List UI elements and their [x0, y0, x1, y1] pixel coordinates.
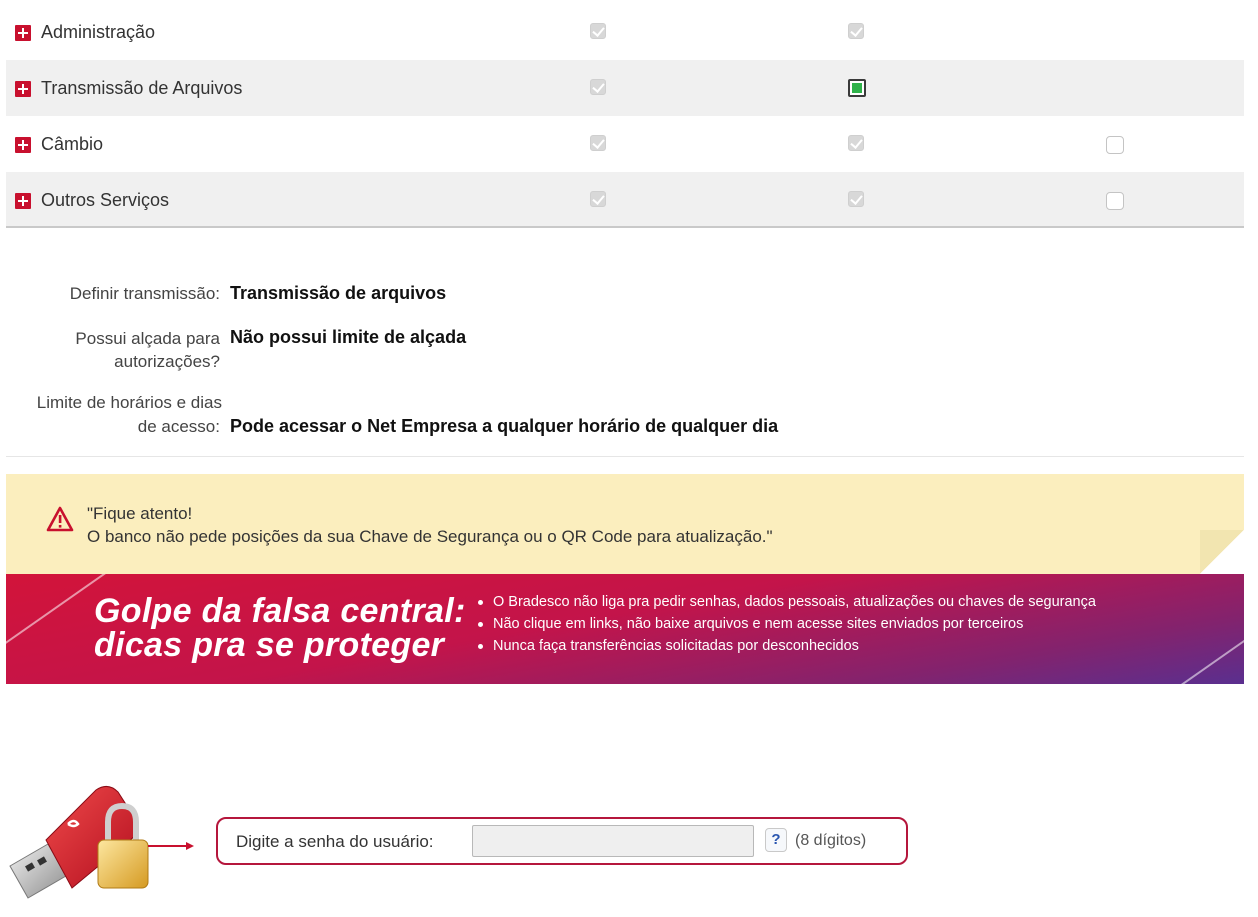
permission-row-administracao: Administração: [6, 4, 1244, 60]
permission-checkbox-col1: [590, 79, 606, 95]
banner-tip: Nunca faça transferências solicitadas po…: [476, 635, 1096, 657]
password-input[interactable]: [472, 825, 754, 857]
permission-row-transmissao: Transmissão de Arquivos: [6, 60, 1244, 116]
banner-title: Golpe da falsa central: dicas pra se pro…: [94, 594, 466, 662]
table-bottom-border: [6, 226, 1244, 228]
warning-text-line2: O banco não pede posições da sua Chave d…: [87, 527, 773, 546]
warning-triangle-icon: [46, 506, 74, 532]
authority-key-line1: Possui alçada para: [75, 329, 220, 348]
banner-tip: O Bradesco não liga pra pedir senhas, da…: [476, 591, 1096, 613]
warning-text-line1: "Fique atento!: [87, 504, 193, 523]
banner-title-line2: dicas pra se proteger: [94, 626, 445, 664]
permission-checkbox-col1: [590, 135, 606, 151]
permissions-table: Administração Transmissão de Arquivos Câ…: [6, 4, 1244, 228]
fraud-tips-banner[interactable]: Golpe da falsa central: dicas pra se pro…: [6, 574, 1244, 684]
help-button[interactable]: ?: [765, 828, 787, 852]
expand-plus-icon[interactable]: [15, 137, 31, 153]
usb-security-key-icon: [9, 786, 194, 899]
access-key-line2: de acesso:: [137, 417, 220, 436]
expand-plus-icon[interactable]: [15, 193, 31, 209]
expand-plus-icon[interactable]: [15, 25, 31, 41]
security-warning: "Fique atento! O banco não pede posições…: [6, 474, 1244, 574]
permission-row-outros-servicos: Outros Serviços: [6, 172, 1244, 228]
password-label: Digite a senha do usuário:: [236, 832, 434, 851]
permission-checkbox-col2[interactable]: [848, 79, 866, 97]
authority-key-line2: autorizações?: [114, 352, 220, 371]
permission-label: Administração: [41, 22, 156, 42]
expand-plus-icon[interactable]: [15, 81, 31, 97]
banner-tips-list: O Bradesco não liga pra pedir senhas, da…: [476, 591, 1096, 657]
transmission-value: Transmissão de arquivos: [230, 283, 447, 303]
permission-checkbox-col1: [590, 23, 606, 39]
password-entry-box: Digite a senha do usuário: ? (8 dígitos): [216, 817, 908, 865]
permission-checkbox-col3[interactable]: [1106, 136, 1124, 154]
permission-label: Transmissão de Arquivos: [41, 78, 243, 98]
banner-title-line1: Golpe da falsa central:: [94, 592, 466, 630]
permission-checkbox-col1: [590, 191, 606, 207]
access-key-line1: Limite de horários e dias: [36, 393, 222, 412]
permission-checkbox-col2: [848, 135, 864, 151]
password-hint: (8 dígitos): [795, 832, 867, 849]
permission-row-cambio: Câmbio: [6, 116, 1244, 172]
permission-label: Outros Serviços: [41, 190, 170, 210]
banner-decoration: [1130, 627, 1244, 684]
authority-value: Não possui limite de alçada: [230, 327, 467, 347]
permission-checkbox-col2: [848, 23, 864, 39]
permission-label: Câmbio: [41, 134, 104, 154]
access-value: Pode acessar o Net Empresa a qualquer ho…: [230, 416, 779, 436]
divider: [6, 456, 1244, 457]
transmission-key: Definir transmissão:: [69, 284, 220, 303]
permission-checkbox-col2: [848, 191, 864, 207]
page-curl: [1200, 530, 1244, 574]
permission-checkbox-col3[interactable]: [1106, 192, 1124, 210]
banner-tip: Não clique em links, não baixe arquivos …: [476, 613, 1096, 635]
